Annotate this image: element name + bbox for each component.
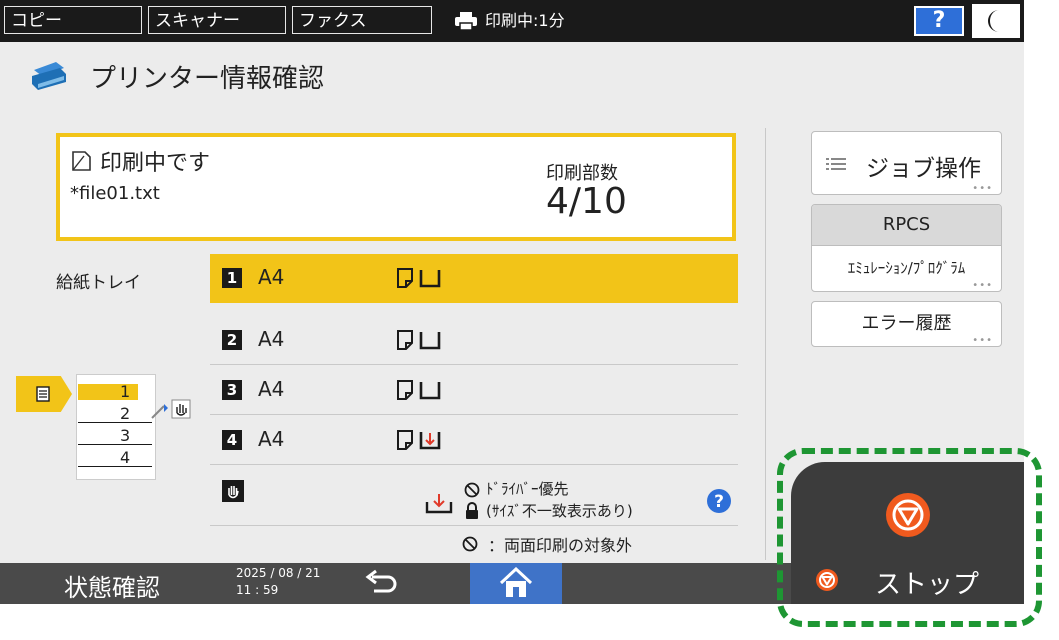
page-title: プリンター情報確認 — [90, 64, 325, 94]
prohibited-icon — [464, 482, 480, 498]
tray-icons — [396, 429, 442, 451]
printing-status-text: 印刷中:1分 — [485, 11, 565, 30]
top-bar: コピー スキャナー ファクス 印刷中:1分 ? — [0, 0, 1024, 42]
status-check-label: 状態確認 — [64, 574, 160, 602]
more-dots-icon: ••• — [972, 280, 993, 291]
stop-highlight-frame — [777, 448, 1042, 627]
page-title-row: プリンター情報確認 — [30, 58, 324, 95]
home-button[interactable] — [470, 563, 562, 604]
tray-divider — [78, 466, 152, 467]
tray-diagram-number: 2 — [120, 404, 131, 423]
tray-size: A4 — [258, 265, 285, 289]
bypass-tray-hand-icon — [151, 399, 191, 419]
bypass-tray-row[interactable]: ﾄﾞﾗｲﾊﾞｰ優先 (ｻｲｽﾞ不一致表示あり) ? — [210, 466, 738, 526]
paper-orientation-icon — [397, 330, 413, 350]
tray-row[interactable]: 3 A4 — [210, 366, 738, 415]
tray-icon — [419, 270, 441, 288]
back-button[interactable] — [352, 563, 412, 604]
tray-divider — [78, 444, 152, 445]
tray-icons — [396, 379, 442, 401]
job-state: 印刷中です — [70, 145, 210, 177]
svg-text:?: ? — [714, 492, 724, 512]
tray-diagram-number: 3 — [120, 426, 131, 445]
tab-fax[interactable]: ファクス — [292, 6, 432, 34]
back-arrow-icon — [365, 569, 397, 593]
tab-scanner[interactable]: スキャナー — [148, 6, 286, 34]
tray-size: A4 — [258, 427, 285, 451]
copies-value: 4/10 — [546, 181, 627, 222]
error-history-button[interactable]: エラー履歴 ••• — [811, 301, 1002, 347]
tray-number: 3 — [222, 380, 242, 400]
printer-status-icon — [455, 12, 477, 30]
help-circle-icon[interactable]: ? — [706, 488, 732, 514]
size-mismatch-text: (ｻｲｽﾞ不一致表示あり) — [486, 502, 633, 520]
more-dots-icon: ••• — [972, 183, 993, 194]
vertical-divider — [765, 128, 766, 560]
lock-icon — [466, 502, 478, 519]
paper-tray-label: 給紙トレイ — [56, 273, 141, 293]
list-icon — [826, 158, 846, 170]
job-state-text: 印刷中です — [100, 151, 211, 176]
driver-priority-legend-icon — [425, 494, 453, 514]
driver-priority-text: ﾄﾞﾗｲﾊﾞｰ優先 — [486, 480, 569, 498]
rpcs-emulation-button[interactable]: RPCS ｴﾐｭﾚｰｼｮﾝ/ﾌﾟﾛｸﾞﾗﾑ ••• — [811, 204, 1002, 292]
date-text: 2025 / 08 / 21 — [236, 566, 321, 580]
prohibited-icon — [462, 536, 478, 552]
duplex-excluded-text: ：両面印刷の対象外 — [488, 536, 633, 555]
tray-icon — [419, 382, 441, 400]
tray-number: 4 — [222, 430, 242, 450]
duplex-legend: ：両面印刷の対象外 — [462, 532, 632, 556]
tray-icons — [396, 267, 442, 289]
tray-number: 1 — [222, 268, 242, 288]
tray-divider — [78, 422, 152, 423]
tray-icons — [396, 329, 442, 351]
tray-size: A4 — [258, 377, 285, 401]
tab-copy[interactable]: コピー — [4, 6, 142, 34]
tray-diagram-number: 1 — [120, 382, 131, 401]
more-dots-icon: ••• — [972, 335, 993, 346]
tray-size: A4 — [258, 327, 285, 351]
time-text: 11 : 59 — [236, 583, 279, 597]
tray-row[interactable]: 2 A4 — [210, 316, 738, 365]
hand-icon — [222, 480, 244, 502]
moon-icon — [988, 10, 999, 32]
home-icon — [499, 567, 533, 597]
date-time: 2025 / 08 / 21 11 : 59 — [236, 565, 320, 599]
tray-diagram: 1 2 3 4 — [14, 374, 204, 484]
energy-saver-button[interactable] — [972, 4, 1020, 38]
help-button[interactable]: ? — [914, 6, 964, 36]
job-info-box: 印刷中です *file01.txt 印刷部数 4/10 — [56, 133, 736, 241]
tray-row[interactable]: 4 A4 — [210, 416, 738, 465]
status-check-button[interactable]: 状態確認 — [0, 563, 224, 604]
job-operation-label: ジョブ操作 — [866, 156, 981, 182]
paper-orientation-icon — [397, 430, 413, 450]
paper-orientation-icon — [397, 268, 413, 288]
tray-number: 2 — [222, 330, 242, 350]
error-history-label: エラー履歴 — [861, 313, 952, 334]
tray-diagram-number: 4 — [120, 448, 131, 467]
printing-status: 印刷中:1分 — [455, 0, 565, 42]
tray-row[interactable]: 1 A4 — [210, 254, 738, 303]
printer-info-icon — [32, 61, 66, 90]
job-operation-button[interactable]: ジョブ操作 ••• — [811, 131, 1002, 195]
document-printing-icon — [72, 151, 91, 171]
tray-driver-priority-icon — [419, 432, 441, 450]
document-icon — [36, 386, 50, 402]
tray-icon — [419, 332, 441, 350]
job-file-name: *file01.txt — [70, 183, 160, 204]
rpcs-label: RPCS — [812, 205, 1001, 246]
paper-orientation-icon — [397, 380, 413, 400]
